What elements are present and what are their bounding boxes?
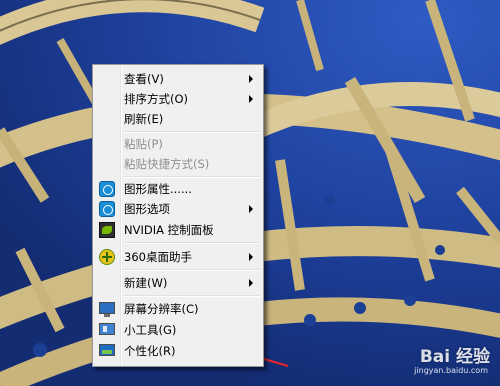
menu-separator — [123, 295, 260, 297]
menu-item-nvidia-control-panel[interactable]: NVIDIA 控制面板 — [95, 220, 259, 240]
menu-item-360-desktop-assistant[interactable]: 360桌面助手 — [95, 247, 259, 267]
menu-separator — [123, 269, 260, 271]
baidu-jingyan-watermark: Bai 经验 jingyan.baidu.com — [398, 342, 494, 382]
submenu-arrow-icon — [249, 253, 253, 261]
submenu-arrow-icon — [249, 205, 253, 213]
gadgets-icon — [99, 323, 115, 335]
360-icon — [99, 249, 115, 265]
menu-separator — [123, 242, 260, 244]
personalize-icon — [99, 344, 115, 356]
menu-separator — [123, 176, 260, 178]
menu-item-paste[interactable]: 粘贴(P) — [95, 134, 259, 154]
watermark-text: Bai 经验 — [419, 347, 490, 367]
display-icon — [99, 302, 115, 317]
watermark-url: jingyan.baidu.com — [414, 366, 488, 375]
submenu-arrow-icon — [249, 279, 253, 287]
menu-item-sort-by[interactable]: 排序方式(O) — [95, 89, 259, 109]
menu-separator — [123, 131, 260, 133]
menu-item-graphics-properties[interactable]: 图形属性...... — [95, 179, 259, 199]
submenu-arrow-icon — [249, 75, 253, 83]
menu-item-screen-resolution[interactable]: 屏幕分辨率(C) — [95, 299, 259, 319]
menu-item-refresh[interactable]: 刷新(E) — [95, 109, 259, 129]
menu-item-view[interactable]: 查看(V) — [95, 69, 259, 89]
nvidia-icon — [99, 222, 115, 238]
intel-graphics-icon — [99, 181, 115, 197]
menu-item-gadgets[interactable]: 小工具(G) — [95, 320, 259, 340]
desktop-context-menu: 查看(V) 排序方式(O) 刷新(E) 粘贴(P) 粘贴快捷方式(S) 图形属性… — [92, 64, 264, 367]
menu-item-paste-shortcut[interactable]: 粘贴快捷方式(S) — [95, 154, 259, 174]
menu-item-graphics-options[interactable]: 图形选项 — [95, 199, 259, 219]
submenu-arrow-icon — [249, 95, 253, 103]
menu-item-personalize[interactable]: 个性化(R) — [95, 341, 259, 361]
intel-graphics-icon — [99, 201, 115, 217]
menu-item-new[interactable]: 新建(W) — [95, 273, 259, 293]
